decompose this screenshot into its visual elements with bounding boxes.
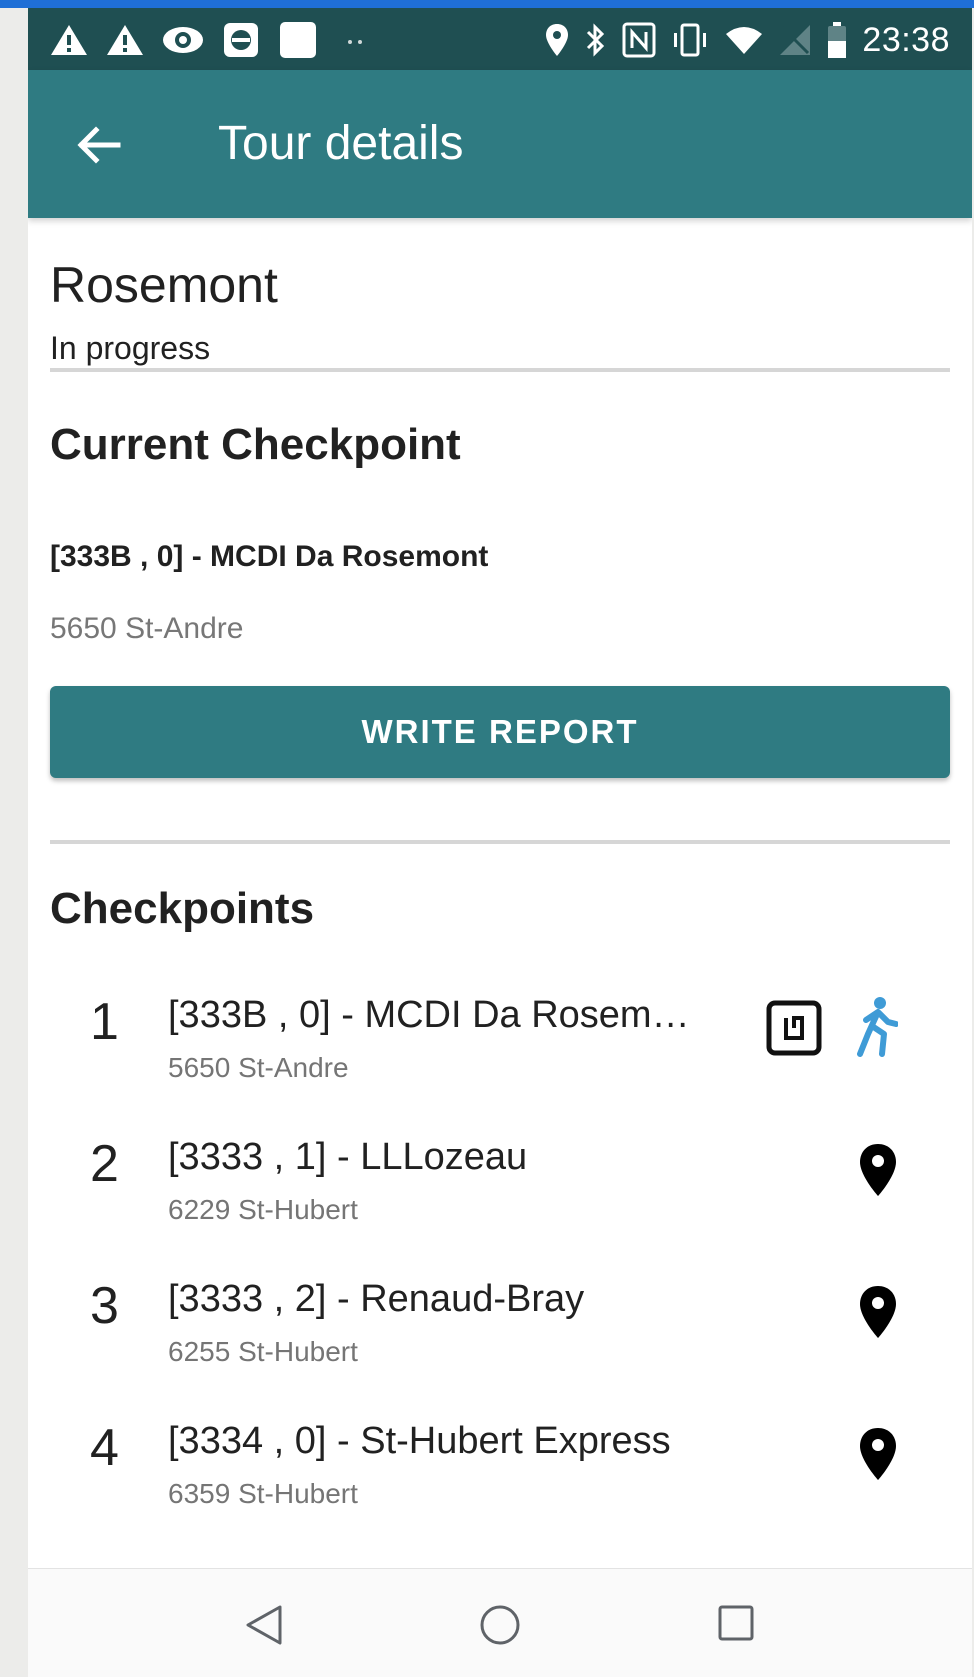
write-report-button[interactable]: WRITE REPORT [50,686,950,778]
bluetooth-icon [584,22,608,58]
current-checkpoint-heading: Current Checkpoint [50,420,461,469]
warning-icon [50,23,88,57]
home-circle-icon[interactable] [478,1603,522,1652]
map-pin-icon[interactable] [858,1426,898,1487]
status-icons-right: 23:38 [544,20,950,60]
checkpoint-name: [3333 , 2] - Renaud-Bray [168,1278,585,1320]
arrow-back-icon [77,126,121,164]
status-bar: 23:38 [28,8,972,70]
location-icon [544,22,570,58]
more-dots-icon [336,30,376,50]
tour-status: In progress [50,330,211,366]
back-triangle-icon[interactable] [244,1603,284,1652]
map-pin-icon[interactable] [858,1284,898,1345]
cast-icon [222,21,260,59]
checkpoint-number: 2 [90,1135,119,1193]
app-bar: Tour details [28,70,972,218]
status-time: 23:38 [862,20,950,59]
checkpoints-heading: Checkpoints [50,884,315,933]
checkpoint-address: 5650 St-Andre [168,1052,349,1083]
eye-icon [162,25,204,55]
nfc-tag-icon[interactable] [766,1000,822,1061]
battery-icon [826,21,848,59]
app-screen: 23:38 Tour details Rosemont In progress … [28,8,972,1677]
checkpoint-row-3[interactable]: 3 [3333 , 2] - Renaud-Bray 6255 St-Huber… [28,1262,972,1402]
checkpoint-address: 6229 St-Hubert [168,1194,358,1225]
divider [50,840,950,844]
checkpoint-name: [3333 , 1] - LLLozeau [168,1136,528,1178]
walking-person-icon[interactable] [850,996,899,1063]
wifi-icon [724,24,764,56]
checkpoint-row-1[interactable]: 1 [333B , 0] - MCDI Da Rosem… 5650 St-An… [28,978,972,1118]
warning-icon [106,23,144,57]
content-scroll[interactable]: Rosemont In progress Current Checkpoint … [28,218,972,1568]
current-checkpoint-address: 5650 St-Andre [50,612,244,645]
checkpoint-number: 3 [90,1277,119,1335]
vibrate-icon [670,22,710,58]
checkpoint-row-4[interactable]: 4 [3334 , 0] - St-Hubert Express 6359 St… [28,1404,972,1544]
system-nav-bar [28,1568,972,1677]
recents-square-icon[interactable] [716,1603,756,1648]
blank-notification-icon [278,20,318,60]
checkpoint-number: 4 [90,1419,119,1477]
checkpoint-address: 6359 St-Hubert [168,1478,358,1509]
tour-name: Rosemont [50,257,278,313]
status-icons-left [50,20,376,60]
divider [50,368,950,372]
checkpoint-row-2[interactable]: 2 [3333 , 1] - LLLozeau 6229 St-Hubert [28,1120,972,1260]
background-accent-line [0,0,974,8]
checkpoint-name: [333B , 0] - MCDI Da Rosem… [168,994,690,1036]
checkpoint-name: [3334 , 0] - St-Hubert Express [168,1420,671,1462]
current-checkpoint-name: [333B , 0] - MCDI Da Rosemont [50,540,489,573]
back-button[interactable] [70,115,130,175]
checkpoint-address: 6255 St-Hubert [168,1336,358,1367]
page-title: Tour details [218,117,464,170]
map-pin-icon[interactable] [858,1142,898,1203]
checkpoint-number: 1 [90,993,119,1051]
no-sim-icon [778,23,812,57]
nfc-icon [622,22,656,58]
